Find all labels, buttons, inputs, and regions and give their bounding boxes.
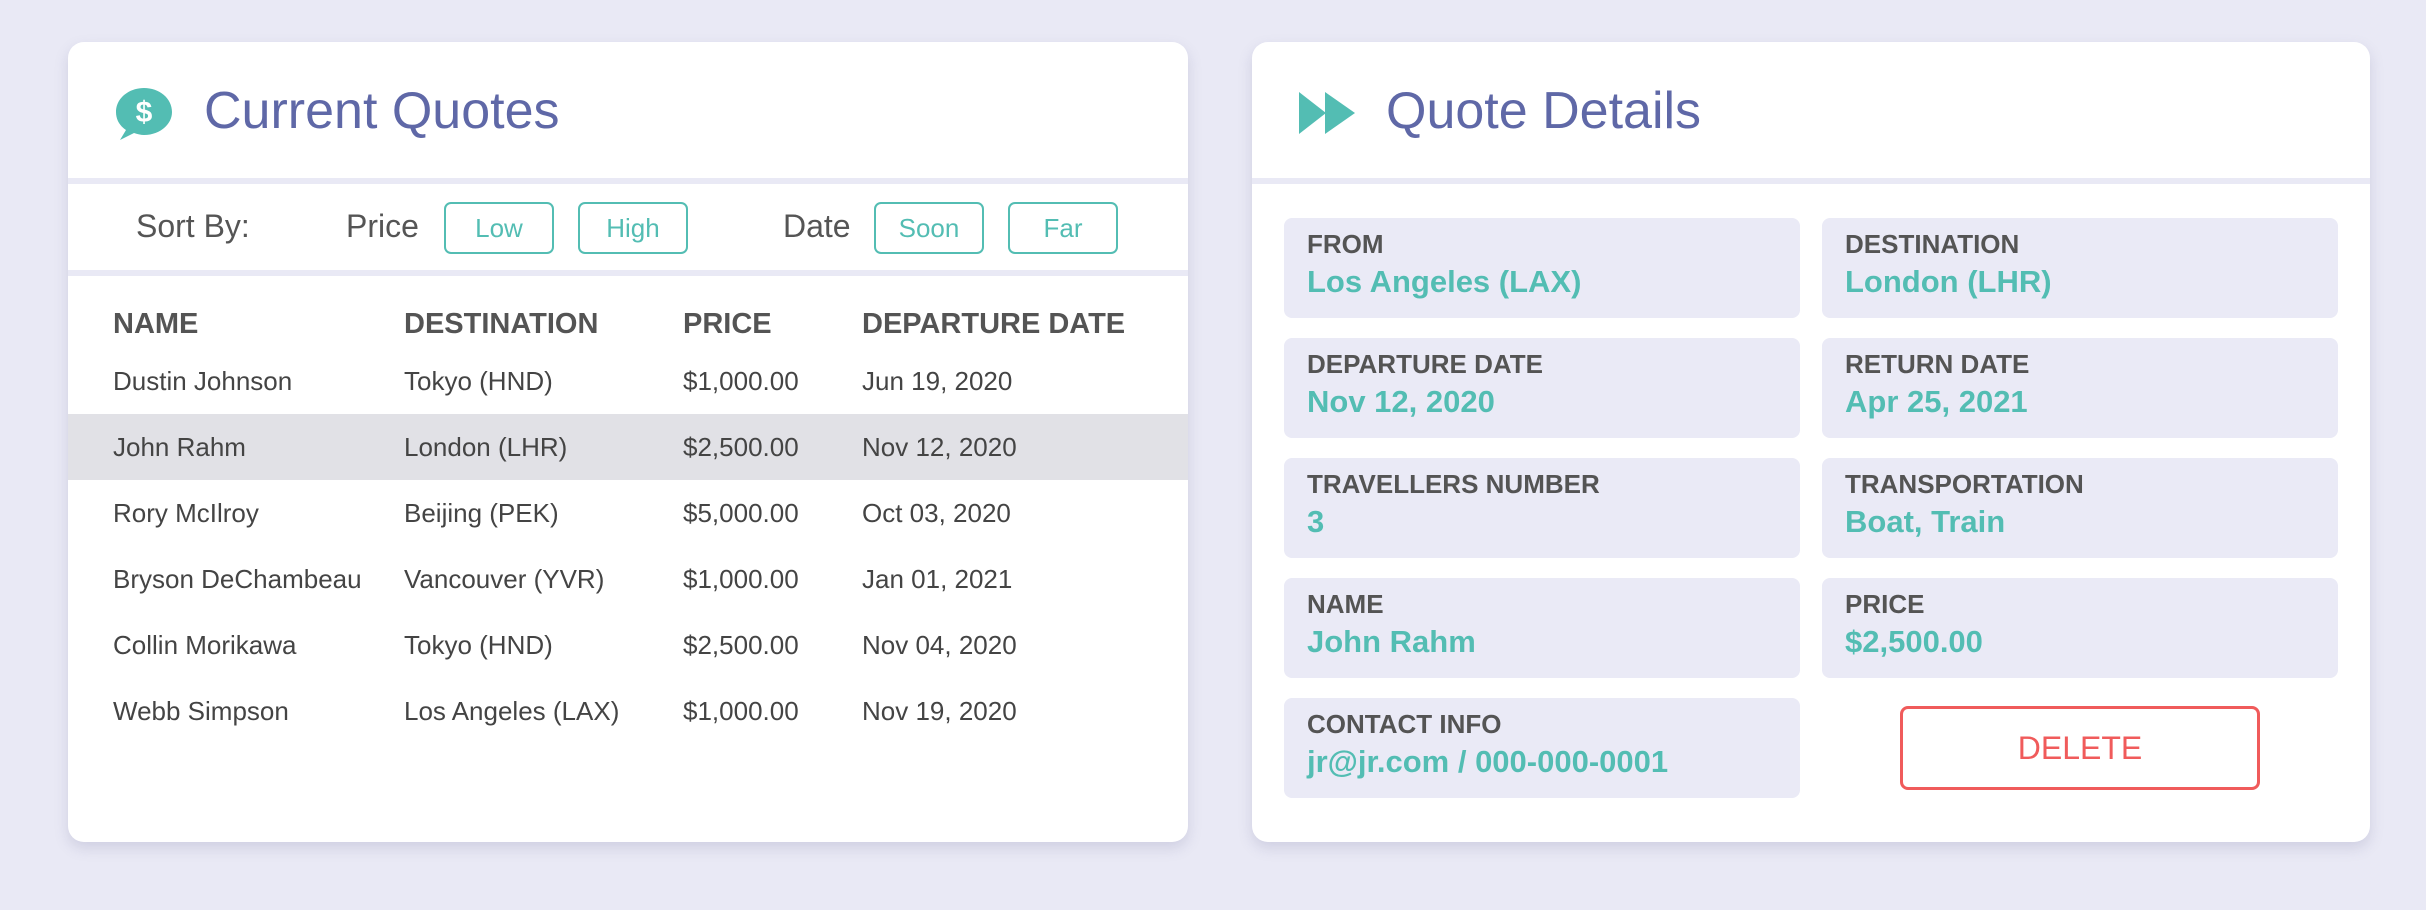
column-header-price: PRICE (683, 308, 772, 340)
cell-name: Dustin Johnson (113, 366, 293, 396)
details-title: Quote Details (1386, 82, 1702, 140)
fast-forward-icon (1297, 88, 1357, 138)
cell-destination: London (LHR) (404, 432, 568, 462)
column-header-destination: DESTINATION (404, 308, 599, 340)
return-date-field: RETURN DATE Apr 25, 2021 (1822, 338, 2338, 438)
from-value: Los Angeles (LAX) (1307, 264, 1582, 299)
cell-destination: Vancouver (YVR) (404, 564, 605, 594)
cell-departure-date: Nov 12, 2020 (862, 432, 1017, 462)
name-field: NAME John Rahm (1284, 578, 1800, 678)
from-label: FROM (1307, 229, 1384, 259)
travellers-field: TRAVELLERS NUMBER 3 (1284, 458, 1800, 558)
table-row[interactable]: Bryson DeChambeau Vancouver (YVR) $1,000… (68, 546, 1188, 612)
table-row[interactable]: Rory McIlroy Beijing (PEK) $5,000.00 Oct… (68, 480, 1188, 546)
table-row-selected[interactable]: John Rahm London (LHR) $2,500.00 Nov 12,… (68, 414, 1188, 480)
destination-field: DESTINATION London (LHR) (1822, 218, 2338, 318)
departure-date-value: Nov 12, 2020 (1307, 384, 1495, 419)
cell-price: $2,500.00 (683, 432, 799, 462)
current-quotes-header: $ Current Quotes (68, 42, 1188, 178)
sort-price-label: Price (346, 208, 419, 244)
transportation-field: TRANSPORTATION Boat, Train (1822, 458, 2338, 558)
column-header-name: NAME (113, 308, 199, 340)
table-row[interactable]: Webb Simpson Los Angeles (LAX) $1,000.00… (68, 678, 1188, 744)
transportation-label: TRANSPORTATION (1845, 469, 2084, 499)
sort-date-far-button[interactable]: Far (1008, 202, 1118, 254)
contact-info-label: CONTACT INFO (1307, 709, 1502, 739)
return-date-label: RETURN DATE (1845, 349, 2030, 379)
cell-departure-date: Oct 03, 2020 (862, 498, 1011, 528)
departure-date-field: DEPARTURE DATE Nov 12, 2020 (1284, 338, 1800, 438)
cell-destination: Los Angeles (LAX) (404, 696, 620, 726)
price-field: PRICE $2,500.00 (1822, 578, 2338, 678)
travellers-label: TRAVELLERS NUMBER (1307, 469, 1600, 499)
cell-name: Bryson DeChambeau (113, 564, 362, 594)
sort-divider (68, 270, 1188, 276)
table-row[interactable]: Collin Morikawa Tokyo (HND) $2,500.00 No… (68, 612, 1188, 678)
cell-departure-date: Jan 01, 2021 (862, 564, 1013, 594)
contact-info-value: jr@jr.com / 000-000-0001 (1307, 744, 1669, 779)
transportation-value: Boat, Train (1845, 504, 2006, 539)
contact-info-field: CONTACT INFO jr@jr.com / 000-000-0001 (1284, 698, 1800, 798)
sort-by-label: Sort By: (136, 208, 250, 244)
name-value: John Rahm (1307, 624, 1476, 659)
cell-departure-date: Nov 04, 2020 (862, 630, 1017, 660)
departure-date-label: DEPARTURE DATE (1307, 349, 1543, 379)
return-date-value: Apr 25, 2021 (1845, 384, 2028, 419)
cell-departure-date: Nov 19, 2020 (862, 696, 1017, 726)
current-quotes-panel: $ Current Quotes Sort By: Price Low High… (68, 42, 1188, 842)
column-header-departure-date: DEPARTURE DATE (862, 308, 1126, 340)
sort-date-label: Date (783, 208, 851, 244)
cell-name: Collin Morikawa (113, 630, 297, 660)
quote-details-header: Quote Details (1252, 42, 2370, 178)
cell-destination: Tokyo (HND) (404, 366, 553, 396)
cell-price: $1,000.00 (683, 564, 799, 594)
price-label: PRICE (1845, 589, 1925, 619)
price-value: $2,500.00 (1845, 624, 1983, 659)
cell-name: Rory McIlroy (113, 498, 259, 528)
destination-value: London (LHR) (1845, 264, 2052, 299)
sort-date-soon-button[interactable]: Soon (874, 202, 984, 254)
cell-price: $1,000.00 (683, 696, 799, 726)
cell-destination: Tokyo (HND) (404, 630, 553, 660)
cell-price: $5,000.00 (683, 498, 799, 528)
table-row[interactable]: Dustin Johnson Tokyo (HND) $1,000.00 Jun… (68, 348, 1188, 414)
destination-label: DESTINATION (1845, 229, 2020, 259)
travellers-value: 3 (1307, 504, 1325, 539)
from-field: FROM Los Angeles (LAX) (1284, 218, 1800, 318)
name-label: NAME (1307, 589, 1384, 619)
cell-departure-date: Jun 19, 2020 (862, 366, 1013, 396)
cell-price: $2,500.00 (683, 630, 799, 660)
sort-price-high-button[interactable]: High (578, 202, 688, 254)
dollar-chat-bubble-icon: $ (114, 86, 174, 142)
page-title: Current Quotes (204, 82, 560, 140)
cell-name: Webb Simpson (113, 696, 289, 726)
cell-destination: Beijing (PEK) (404, 498, 559, 528)
cell-price: $1,000.00 (683, 366, 799, 396)
header-divider (68, 178, 1188, 184)
cell-name: John Rahm (113, 432, 246, 462)
quote-details-panel: Quote Details FROM Los Angeles (LAX) DES… (1252, 42, 2370, 842)
delete-button[interactable]: DELETE (1900, 706, 2260, 790)
header-divider (1252, 178, 2370, 184)
svg-text:$: $ (136, 96, 153, 129)
sort-price-low-button[interactable]: Low (444, 202, 554, 254)
